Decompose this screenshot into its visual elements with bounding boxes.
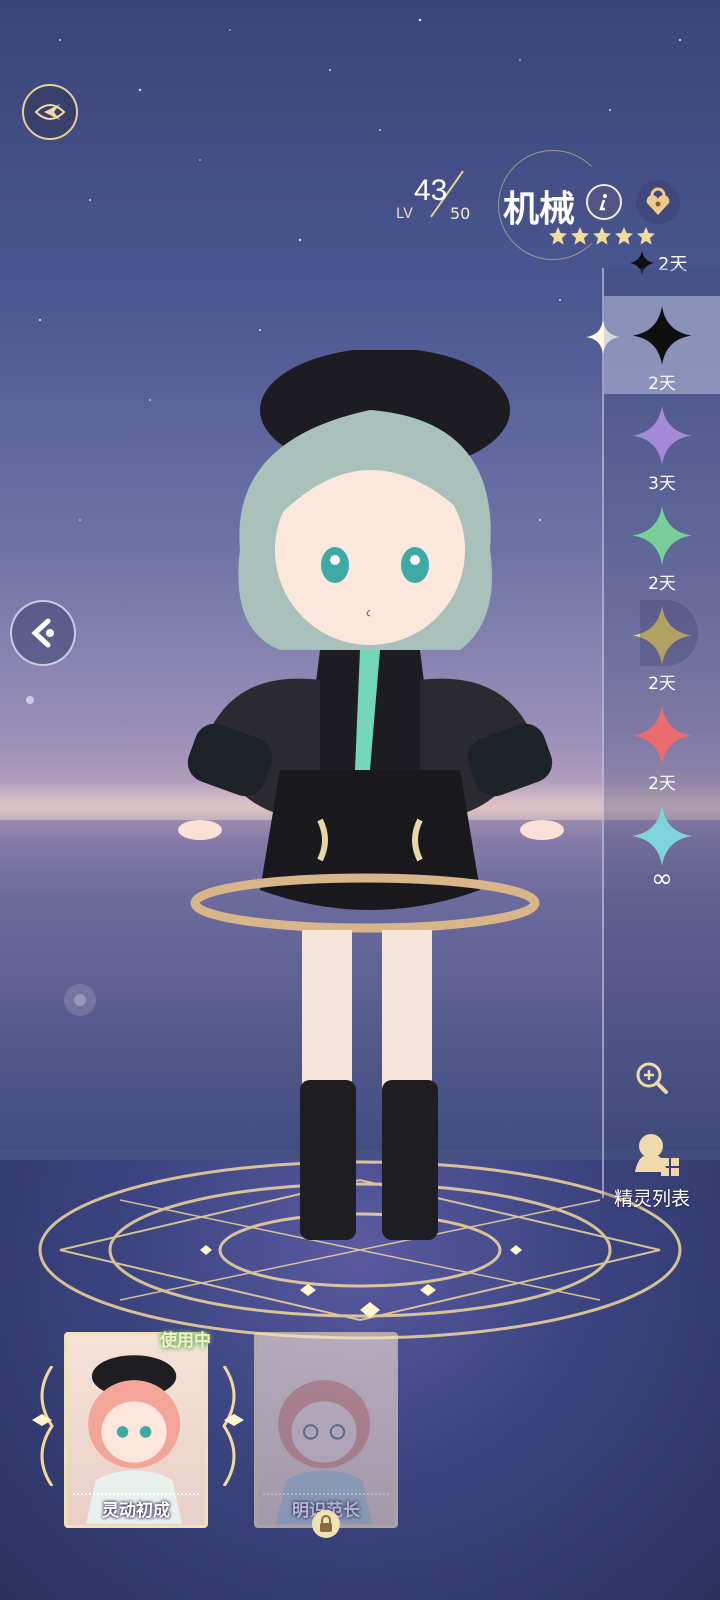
- card-wing-icon: [32, 1366, 54, 1486]
- star-icon: [637, 227, 655, 245]
- card-name: 灵动初成: [102, 1501, 170, 1521]
- feather-emblem-icon[interactable]: [22, 84, 78, 140]
- previous-button[interactable]: [10, 600, 76, 666]
- sparkle-icon: [632, 705, 692, 766]
- star-icon: [571, 227, 589, 245]
- sprite-list-icon: [635, 1134, 679, 1176]
- heart-lock-icon[interactable]: [636, 180, 680, 224]
- swatch-days: 2天: [648, 774, 676, 794]
- card-name-divider: [263, 1493, 389, 1495]
- card-name-divider: [73, 1493, 199, 1495]
- chevron-left-icon: [31, 618, 54, 648]
- sparkle-icon: [632, 405, 692, 466]
- color-swatch-red[interactable]: 2天: [604, 696, 720, 794]
- color-swatch-cyan[interactable]: ∞: [604, 796, 720, 894]
- card-wing-icon: [222, 1366, 244, 1486]
- sprite-list-label: 精灵列表: [613, 1188, 690, 1210]
- level-current: 43: [414, 174, 448, 207]
- star-icon: [615, 227, 633, 245]
- sprite-list-button[interactable]: 精灵列表: [606, 1128, 698, 1212]
- sparkle-icon: [632, 305, 692, 366]
- swatch-days: 2天: [648, 374, 676, 394]
- sparkle-icon: [632, 806, 692, 866]
- character-model: [178, 350, 564, 1240]
- star-icon: [549, 227, 567, 245]
- swatch-days: 3天: [648, 474, 676, 494]
- color-swatch-purple[interactable]: 3天: [604, 396, 720, 494]
- star-rating: [548, 226, 656, 246]
- star-icon: [593, 227, 611, 245]
- pet-name: 机械: [503, 189, 576, 230]
- swatch-days: 2天: [648, 574, 676, 594]
- costume-card-locked[interactable]: 明识范长: [254, 1332, 398, 1528]
- zoom-in-icon[interactable]: [630, 1056, 674, 1100]
- color-swatch-black[interactable]: 2天: [604, 296, 720, 394]
- info-icon[interactable]: [586, 184, 622, 220]
- swatch-days: ∞: [651, 864, 673, 894]
- sparkle-icon: [632, 505, 692, 566]
- color-swatch-green[interactable]: 2天: [604, 496, 720, 594]
- level-indicator: 43 LV 50: [396, 160, 496, 230]
- level-label: LV: [396, 206, 414, 222]
- lock-icon: [312, 1510, 340, 1538]
- in-use-badge: 使用中: [160, 1331, 211, 1351]
- swatch-days: 2天: [648, 674, 676, 694]
- level-max: 50: [450, 204, 471, 223]
- costume-card-current[interactable]: 灵动初成: [64, 1332, 208, 1528]
